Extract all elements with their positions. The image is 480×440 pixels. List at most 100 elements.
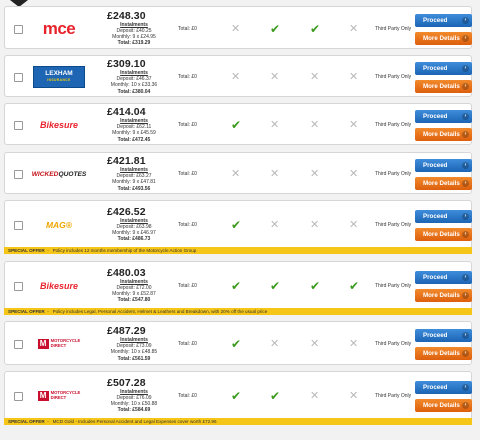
cross-icon: ✕ — [270, 70, 280, 83]
proceed-button[interactable]: Proceed › — [415, 110, 472, 123]
quote-row: Bikesure £480.03 Instalments Deposit: £72.0… — [4, 261, 472, 315]
arrow-right-icon: › — [462, 350, 469, 357]
arrow-right-icon: › — [462, 131, 469, 138]
cross-icon: ✕ — [349, 70, 359, 83]
arrow-right-icon: › — [462, 291, 469, 299]
quote-price: £507.28 — [107, 376, 146, 389]
select-checkbox[interactable] — [14, 340, 23, 349]
check-icon: ✔ — [231, 278, 242, 293]
cross-icon: ✕ — [349, 118, 359, 131]
more-details-button[interactable]: More Details › — [415, 227, 472, 241]
cover-type: Third Party Only — [375, 74, 412, 80]
select-checkbox[interactable] — [14, 220, 23, 230]
quote-row: MAG® £426.52 Instalments Deposit: £63.98 Mon… — [4, 200, 472, 254]
cover-type: Third Party Only — [375, 25, 412, 32]
arrow-right-icon: › — [462, 212, 469, 220]
monthly-text: Monthly: 10 x £33.36 — [110, 82, 158, 89]
check-icon: ✔ — [270, 21, 281, 36]
select-checkbox[interactable] — [14, 73, 23, 82]
cover-type: Third Party Only — [375, 392, 412, 399]
more-details-button[interactable]: More Details › — [415, 177, 472, 190]
quote-row: Bikesure £414.04 Instalments Deposit: £62.1… — [4, 103, 472, 145]
arrow-right-icon: › — [462, 16, 469, 24]
select-checkbox[interactable] — [14, 121, 23, 130]
instalment-total: Total: £493.56 — [117, 185, 151, 192]
arrow-right-icon: › — [462, 83, 469, 90]
special-offer-text: Policy includes 12 months membership of … — [52, 248, 197, 253]
instalment-total: Total: £380.04 — [117, 88, 151, 95]
insurer-logo: Bikesure — [31, 271, 87, 301]
quote-price: £421.81 — [107, 155, 146, 167]
proceed-button[interactable]: Proceed › — [415, 270, 472, 284]
more-details-button[interactable]: More Details › — [415, 80, 472, 93]
insurer-logo: LEXHAM INSURANCE — [31, 62, 87, 92]
instalment-total: Total: £561.59 — [117, 355, 151, 362]
insurer-logo: mce — [31, 14, 87, 44]
cross-icon: ✕ — [310, 118, 320, 131]
select-checkbox[interactable] — [14, 391, 23, 401]
check-icon: ✔ — [270, 278, 281, 293]
check-icon: ✔ — [310, 21, 321, 36]
cross-icon: ✕ — [310, 337, 320, 350]
cross-icon: ✕ — [349, 217, 359, 231]
proceed-button[interactable]: Proceed › — [415, 209, 472, 223]
instalment-total: Total: £486.73 — [117, 236, 151, 243]
arrow-right-icon: › — [462, 65, 469, 72]
quote-price: £248.30 — [107, 9, 146, 22]
special-offer-label: SPECIAL OFFER — [8, 309, 45, 314]
arrow-right-icon: › — [462, 332, 469, 339]
check-icon: ✔ — [270, 388, 281, 403]
more-details-button[interactable]: More Details › — [415, 31, 472, 45]
cross-icon: ✕ — [231, 167, 241, 180]
instalments-info: Instalments Deposit: £63.27 Monthly: 9 x £… — [105, 167, 163, 192]
proceed-button[interactable]: Proceed › — [415, 380, 472, 394]
select-checkbox[interactable] — [14, 170, 23, 179]
cross-icon: ✕ — [349, 167, 359, 180]
monthly-text: Monthly: 9 x £45.59 — [112, 130, 156, 137]
special-offer-text: MCD Gold - Includes Personal Accident an… — [52, 419, 217, 424]
proceed-button[interactable]: Proceed › — [415, 62, 472, 75]
more-details-button[interactable]: More Details › — [415, 288, 472, 302]
lexham-logo: LEXHAM INSURANCE — [33, 66, 85, 88]
select-checkbox[interactable] — [14, 24, 23, 34]
proceed-button[interactable]: Proceed › — [415, 329, 472, 342]
instalments-info: Instalments Deposit: £62.11 Monthly: 9 x £… — [105, 118, 163, 143]
arrow-right-icon: › — [462, 34, 469, 42]
cover-type: Third Party Only — [375, 221, 412, 228]
quote-row: M MOTORCYCLE DIRECT £507.28 Instalments Depos… — [4, 371, 472, 425]
check-icon: ✔ — [231, 118, 242, 132]
check-icon: ✔ — [231, 217, 242, 232]
cross-icon: ✕ — [270, 337, 280, 350]
wicked-quotes-logo: WICKEDQUOTES — [31, 170, 87, 178]
instalments-info: Instalments Deposit: £40.25 Monthly: 9 x £… — [105, 22, 163, 47]
extras-total: Total: £0 — [178, 392, 197, 399]
extras-total: Total: £0 — [178, 122, 197, 128]
bikesure-logo: Bikesure — [39, 120, 79, 130]
cross-icon: ✕ — [310, 70, 320, 83]
quote-price: £414.04 — [107, 106, 146, 118]
insurer-logo: M MOTORCYCLE DIRECT — [31, 329, 87, 359]
cover-type: Third Party Only — [375, 341, 412, 347]
cross-icon: ✕ — [231, 21, 241, 35]
more-details-button[interactable]: More Details › — [415, 347, 472, 360]
cross-icon: ✕ — [349, 21, 359, 35]
monthly-text: Monthly: 10 x £48.85 — [110, 349, 158, 356]
quote-row: mce £248.30 Instalments Deposit: £40.25 Mont… — [4, 6, 472, 49]
special-offer-bar: SPECIAL OFFER - Policy includes 12 month… — [4, 247, 472, 254]
select-checkbox[interactable] — [14, 281, 23, 291]
extras-total: Total: £0 — [178, 25, 197, 32]
more-details-button[interactable]: More Details › — [415, 128, 472, 141]
cross-icon: ✕ — [270, 167, 280, 180]
insurer-logo: M MOTORCYCLE DIRECT — [31, 381, 87, 411]
quote-row: LEXHAM INSURANCE £309.10 Instalments Deposit… — [4, 55, 472, 97]
extras-total: Total: £0 — [178, 282, 197, 289]
cross-icon: ✕ — [310, 167, 320, 180]
bikesure-logo: Bikesure — [39, 280, 79, 291]
proceed-button[interactable]: Proceed › — [415, 13, 472, 27]
insurer-logo: MAG® — [31, 210, 87, 240]
instalments-info: Instalments Deposit: £46.37 Monthly: 10 x … — [105, 70, 163, 95]
special-offer-separator: - — [47, 309, 49, 314]
more-details-button[interactable]: More Details › — [415, 398, 472, 412]
proceed-button[interactable]: Proceed › — [415, 159, 472, 172]
instalment-total: Total: £547.80 — [117, 297, 151, 304]
